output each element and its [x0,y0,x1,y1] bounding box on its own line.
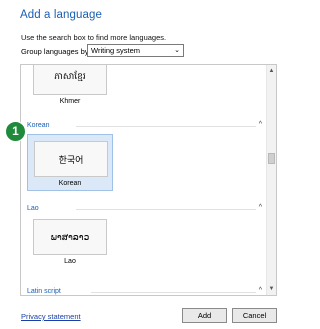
group-by-select[interactable]: Writing system ⌄ [87,44,184,57]
dialog-title: Add a language [20,9,102,21]
group-by-label: Group languages by: [21,47,91,56]
cancel-button[interactable]: Cancel [232,308,277,323]
language-tile-khmer[interactable]: ភាសាខ្មែរ Khmer [27,65,113,110]
section-divider [76,209,256,210]
scrollbar-thumb[interactable] [268,153,275,164]
language-tile-korean[interactable]: 한국어 Korean [27,134,113,191]
tile-script: 한국어 [34,141,108,177]
section-divider [91,292,256,293]
list-scrollbar[interactable]: ▲ ▼ [266,65,276,295]
add-button[interactable]: Add [182,308,227,323]
section-header-latin-script: Latin script [27,288,61,295]
tile-script: ພາສາລາວ [33,219,107,255]
tile-label: Korean [58,180,82,187]
step-badge: 1 [5,121,26,142]
section-divider [76,126,256,127]
section-header-lao: Lao [27,205,39,212]
section-header-korean: Korean [27,122,50,129]
chevron-up-icon[interactable]: ^ [259,204,262,211]
language-tile-lao[interactable]: ພາສາລາວ Lao [27,213,113,270]
language-list[interactable]: ភាសាខ្មែរ Khmer Korean ^ 한국어 Korean Lao … [20,64,277,296]
tile-script: ភាសាខ្មែរ [33,65,107,95]
tile-label: Lao [64,258,76,265]
scroll-up-icon[interactable]: ▲ [267,66,276,76]
search-hint: Use the search box to find more language… [21,33,167,42]
privacy-statement-link[interactable]: Privacy statement [21,312,81,321]
chevron-up-icon[interactable]: ^ [259,121,262,128]
chevron-down-icon: ⌄ [174,47,180,54]
scroll-down-icon[interactable]: ▼ [267,284,276,294]
chevron-up-icon[interactable]: ^ [259,287,262,294]
tile-label: Khmer [59,98,81,105]
group-by-value: Writing system [91,46,141,55]
